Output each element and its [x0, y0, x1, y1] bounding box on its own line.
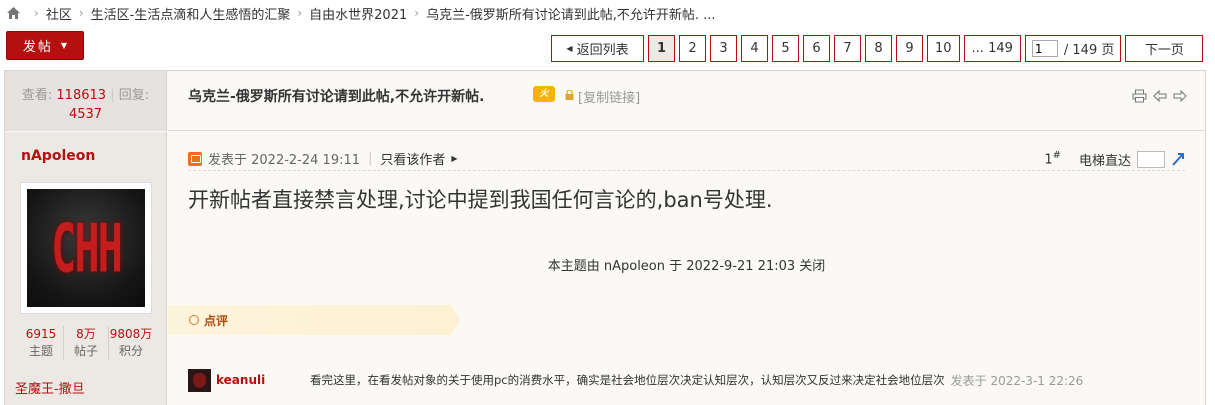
- elevator-label: 电梯直达: [1078, 153, 1131, 169]
- copy-link-button[interactable]: [复制链接]: [578, 87, 640, 106]
- page-link[interactable]: 9: [896, 35, 923, 62]
- chevron-left-icon: ◀: [566, 44, 573, 53]
- prev-thread-icon[interactable]: [1153, 89, 1167, 103]
- lock-icon: [565, 90, 574, 100]
- stat-value: 8万: [76, 327, 96, 341]
- thread-header: 乌克兰-俄罗斯所有讨论请到此帖,不允许开新帖. 火 [复制链接]: [168, 71, 1205, 131]
- page-link[interactable]: 3: [710, 35, 737, 62]
- replies-label: 回复:: [118, 88, 150, 103]
- page-link[interactable]: 6: [803, 35, 830, 62]
- thread-tools: [1132, 89, 1187, 103]
- author-name[interactable]: nApoleon: [21, 148, 95, 164]
- breadcrumb-item[interactable]: 生活区-生活点滴和人生感悟的汇聚: [91, 4, 291, 23]
- comment-time: 发表于 2022-3-1 22:26: [950, 373, 1084, 388]
- next-page-button[interactable]: 下一页: [1125, 35, 1204, 62]
- stat-label: 帖子: [73, 344, 98, 358]
- elevator-input[interactable]: [1137, 150, 1165, 168]
- only-author-link[interactable]: 只看该作者: [380, 149, 445, 168]
- thread-stats: 查看: 118613 | 回复: 4537: [5, 71, 167, 131]
- page-jump: / 149 页: [1024, 35, 1122, 62]
- hot-badge-icon: 火: [533, 86, 555, 102]
- caret-down-icon: ▼: [60, 41, 68, 50]
- post-body: 发表于 2022-2-24 19:11 | 只看该作者 ▶ 1# 电梯直达 开新…: [168, 132, 1205, 405]
- avatar[interactable]: CHH: [20, 182, 152, 314]
- page-link[interactable]: 7: [834, 35, 861, 62]
- page-link-current[interactable]: 1: [648, 35, 675, 62]
- comment-avatar[interactable]: [188, 368, 211, 392]
- author-sidebar: nApoleon CHH 6915 主题 8万 帖子 9808万 积分 圣魔王-…: [5, 132, 167, 405]
- chevron-right-icon: ›: [34, 6, 39, 20]
- back-to-list-button[interactable]: ◀ 返回列表: [551, 35, 644, 62]
- chevron-right-icon: ›: [297, 6, 303, 20]
- stat-threads[interactable]: 6915 主题: [19, 326, 64, 360]
- new-post-label: 发帖: [22, 40, 53, 55]
- chevron-right-icon: ›: [414, 6, 420, 20]
- views-label: 查看:: [21, 88, 53, 103]
- new-post-button[interactable]: 发帖 ▼: [6, 31, 84, 60]
- post-time: 发表于 2022-2-24 19:11: [208, 153, 361, 168]
- page-link[interactable]: 2: [679, 35, 706, 62]
- stat-label: 积分: [118, 344, 143, 358]
- stat-value: 6915: [25, 327, 57, 341]
- breadcrumb-item[interactable]: 乌克兰-俄罗斯所有讨论请到此帖,不允许开新帖. ...: [426, 4, 716, 23]
- breadcrumb-item[interactable]: 自由水世界2021: [309, 4, 407, 23]
- thread-title: 乌克兰-俄罗斯所有讨论请到此帖,不允许开新帖.: [188, 89, 485, 105]
- replies-count: 4537: [68, 107, 103, 122]
- post-meta-right: 1# 电梯直达: [1044, 147, 1185, 171]
- breadcrumb-item[interactable]: 社区: [46, 4, 72, 23]
- closed-notice: 本主题由 nApoleon 于 2022-9-21 21:03 关闭: [547, 259, 826, 274]
- divider: |: [368, 151, 373, 166]
- go-arrow-icon[interactable]: [1171, 152, 1185, 166]
- review-header: 点评: [168, 305, 460, 335]
- home-icon[interactable]: [6, 6, 21, 20]
- post-meta: 发表于 2022-2-24 19:11 | 只看该作者 ▶ 1# 电梯直达: [188, 147, 1185, 171]
- stat-value: 9808万: [109, 327, 153, 341]
- chevron-right-icon: ›: [78, 6, 84, 20]
- floor-value: 1: [1044, 152, 1053, 168]
- thread-frame: 查看: 118613 | 回复: 4537 乌克兰-俄罗斯所有讨论请到此帖,不允…: [4, 70, 1206, 405]
- pagination: ◀ 返回列表 1 2 3 4 5 6 7 8 9 10 ... 149 / 14…: [551, 35, 1204, 62]
- floor-mark: #: [1052, 150, 1061, 162]
- back-to-list-label: 返回列表: [576, 43, 629, 58]
- page-link-last[interactable]: ... 149: [963, 35, 1021, 62]
- floor-number[interactable]: 1#: [1044, 150, 1061, 167]
- next-thread-icon[interactable]: [1173, 89, 1187, 103]
- stat-label: 主题: [28, 344, 53, 358]
- review-label: 点评: [204, 314, 229, 328]
- print-icon[interactable]: [1132, 89, 1147, 103]
- comment-user[interactable]: keanuli: [216, 373, 310, 387]
- online-status-icon: [188, 151, 202, 166]
- page-total: / 149 页: [1063, 43, 1115, 58]
- comment-text: 看完这里，在看发帖对象的关于使用pc的消费水平，确实是社会地位层次决定认知层次，…: [310, 373, 945, 387]
- review-circle-icon: [189, 315, 199, 325]
- page-link[interactable]: 5: [772, 35, 799, 62]
- caret-right-icon: ▶: [451, 154, 458, 163]
- breadcrumb: › 社区 › 生活区-生活点滴和人生感悟的汇聚 › 自由水世界2021 › 乌克…: [6, 2, 716, 24]
- page-link[interactable]: 10: [927, 35, 960, 62]
- page-jump-input[interactable]: [1031, 40, 1058, 57]
- avatar-image: CHH: [27, 189, 145, 307]
- views-count: 118613: [56, 88, 107, 103]
- post-content: 开新帖者直接禁言处理,讨论中提到我国任何言论的,ban号处理.: [188, 188, 773, 212]
- stat-posts[interactable]: 8万 帖子: [64, 326, 109, 360]
- avatar-logo-text: CHH: [51, 208, 123, 288]
- stat-points[interactable]: 9808万 积分: [109, 326, 153, 360]
- author-rank[interactable]: 圣魔王-撒旦: [15, 378, 85, 397]
- page-link[interactable]: 8: [865, 35, 892, 62]
- page-link[interactable]: 4: [741, 35, 768, 62]
- author-stats: 6915 主题 8万 帖子 9808万 积分: [19, 326, 153, 360]
- comment-item: keanuli 看完这里，在看发帖对象的关于使用pc的消费水平，确实是社会地位层…: [188, 368, 1205, 392]
